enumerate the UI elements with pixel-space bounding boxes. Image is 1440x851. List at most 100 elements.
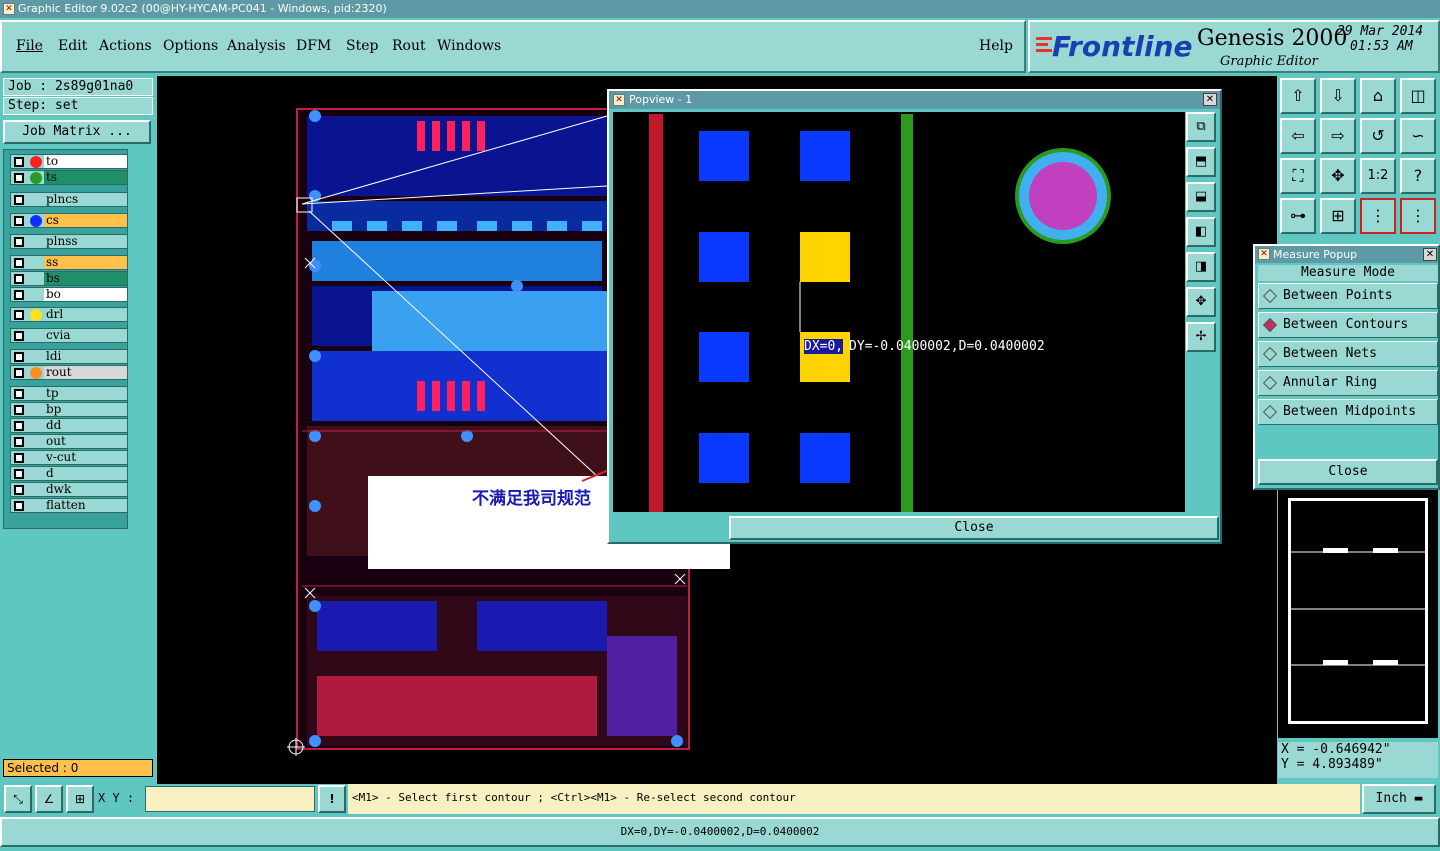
layer-color-icon	[30, 156, 42, 168]
select-tool-icon[interactable]: ⤡	[4, 785, 32, 813]
layer-row-cs[interactable]: cs	[10, 213, 128, 228]
units-selector[interactable]: Inch ▬	[1362, 784, 1436, 814]
layer-row-tp[interactable]: tp	[10, 386, 128, 401]
popview-pan-down-icon[interactable]: ⬓	[1186, 182, 1216, 212]
layer-checkbox[interactable]	[14, 237, 24, 247]
menu-analysis[interactable]: Analysis	[227, 38, 286, 54]
layer-row-ldi[interactable]: ldi	[10, 349, 128, 364]
layer-checkbox[interactable]	[14, 352, 24, 362]
grid-icon[interactable]: ⊞	[1320, 198, 1356, 234]
option-between-midpoints[interactable]: Between Midpoints	[1258, 399, 1438, 425]
layer-row-v-cut[interactable]: v-cut	[10, 450, 128, 465]
layers-alt-icon[interactable]: ⋮	[1400, 198, 1436, 234]
layer-checkbox[interactable]	[14, 258, 24, 268]
one-to-one-icon[interactable]: 1:2	[1360, 158, 1396, 194]
menu-rout[interactable]: Rout	[392, 38, 426, 54]
popview-pan-left-icon[interactable]: ◧	[1186, 217, 1216, 247]
layer-row-out[interactable]: out	[10, 434, 128, 449]
zoom-in-icon[interactable]: ✥	[1320, 158, 1356, 194]
layer-row-rout[interactable]: rout	[10, 365, 128, 380]
job-label: Job : 2s89g01na0	[3, 78, 153, 96]
step-label: Step: set	[3, 97, 153, 115]
layer-row-drl[interactable]: drl	[10, 307, 128, 322]
layer-checkbox[interactable]	[14, 469, 24, 479]
pan-down-icon[interactable]: ⇩	[1320, 78, 1356, 114]
brand-panel: Frontline Genesis 2000 Graphic Editor 29…	[1028, 20, 1440, 73]
layers-icon[interactable]: ⋮	[1360, 198, 1396, 234]
measure-icon[interactable]: ⊶	[1280, 198, 1316, 234]
menu-edit[interactable]: Edit	[58, 38, 87, 54]
layer-row-plnss[interactable]: plnss	[10, 234, 128, 249]
zoom-home-icon[interactable]: ⇧	[1280, 78, 1316, 114]
layer-checkbox[interactable]	[14, 173, 24, 183]
home-view-icon[interactable]: ⌂	[1360, 78, 1396, 114]
layer-checkbox[interactable]	[14, 195, 24, 205]
popview-zoom-in-icon[interactable]: ✥	[1186, 287, 1216, 317]
layer-checkbox[interactable]	[14, 157, 24, 167]
option-between-nets[interactable]: Between Nets	[1258, 341, 1438, 367]
menu-dfm[interactable]: DFM	[296, 38, 331, 54]
popview-zoom-out-icon[interactable]: ✢	[1186, 322, 1216, 352]
popview-close-icon[interactable]: ✕	[1203, 93, 1217, 106]
option-between-contours[interactable]: Between Contours	[1258, 312, 1438, 338]
pan-left-icon[interactable]: ⇦	[1280, 118, 1316, 154]
layer-row-d[interactable]: d	[10, 466, 128, 481]
rotate-icon[interactable]: ↺	[1360, 118, 1396, 154]
angle-tool-icon[interactable]: ∠	[35, 785, 63, 813]
overview-outline-graphic	[1288, 498, 1428, 724]
alert-icon[interactable]: !	[318, 785, 346, 813]
layer-name: cs	[44, 214, 127, 227]
menu-actions[interactable]: Actions	[99, 38, 152, 54]
layer-row-dwk[interactable]: dwk	[10, 482, 128, 497]
popview-pan-right-icon[interactable]: ◨	[1186, 252, 1216, 282]
layer-checkbox[interactable]	[14, 453, 24, 463]
layer-checkbox[interactable]	[14, 485, 24, 495]
layer-row-bs[interactable]: bs	[10, 271, 128, 286]
layer-checkbox[interactable]	[14, 274, 24, 284]
layer-row-ts[interactable]: ts	[10, 170, 128, 185]
layer-checkbox[interactable]	[14, 405, 24, 415]
grid-snap-icon[interactable]: ⊞	[66, 785, 94, 813]
menu-step[interactable]: Step	[346, 38, 378, 54]
pan-right-icon[interactable]: ⇨	[1320, 118, 1356, 154]
layer-checkbox[interactable]	[14, 290, 24, 300]
layer-checkbox[interactable]	[14, 310, 24, 320]
layer-name: d	[44, 467, 127, 480]
layer-row-bp[interactable]: bp	[10, 402, 128, 417]
menu-options[interactable]: Options	[163, 38, 218, 54]
layer-checkbox[interactable]	[14, 421, 24, 431]
layer-checkbox[interactable]	[14, 389, 24, 399]
job-matrix-button[interactable]: Job Matrix ...	[3, 120, 151, 144]
layer-row-ss[interactable]: ss	[10, 255, 128, 270]
layer-row-to[interactable]: to	[10, 154, 128, 169]
radio-icon	[1262, 288, 1278, 304]
layer-checkbox[interactable]	[14, 368, 24, 378]
layer-checkbox[interactable]	[14, 437, 24, 447]
layer-checkbox[interactable]	[14, 501, 24, 511]
menu-file[interactable]: File	[16, 38, 43, 54]
popview-close-button[interactable]: Close	[729, 516, 1219, 540]
option-between-points[interactable]: Between Points	[1258, 283, 1438, 309]
layer-row-flatten[interactable]: flatten	[10, 498, 128, 513]
layer-checkbox[interactable]	[14, 216, 24, 226]
help-icon[interactable]: ?	[1400, 158, 1436, 194]
layer-row-cvia[interactable]: cvia	[10, 328, 128, 343]
layer-row-dd[interactable]: dd	[10, 418, 128, 433]
menu-help[interactable]: Help	[979, 38, 1013, 54]
xy-input[interactable]	[145, 786, 315, 812]
overview-map[interactable]	[1278, 490, 1438, 738]
layer-checkbox[interactable]	[14, 331, 24, 341]
measure-close-icon[interactable]: ✕	[1423, 248, 1437, 261]
popview-zoom-home-icon[interactable]: ⧉	[1186, 112, 1216, 142]
option-annular-ring[interactable]: Annular Ring	[1258, 370, 1438, 396]
popview-pan-up-icon[interactable]: ⬒	[1186, 147, 1216, 177]
split-view-icon[interactable]: ◫	[1400, 78, 1436, 114]
date-label: 29 Mar 2014	[1337, 24, 1424, 39]
measure-close-button[interactable]: Close	[1258, 459, 1438, 485]
layer-row-bo[interactable]: bo	[10, 287, 128, 302]
popview-canvas[interactable]: DX=0, DY=-0.0400002,D=0.0400002	[613, 112, 1185, 512]
fit-icon[interactable]: ⛶	[1280, 158, 1316, 194]
menu-windows[interactable]: Windows	[437, 38, 501, 54]
redraw-icon[interactable]: ∽	[1400, 118, 1436, 154]
layer-row-plncs[interactable]: plncs	[10, 192, 128, 207]
